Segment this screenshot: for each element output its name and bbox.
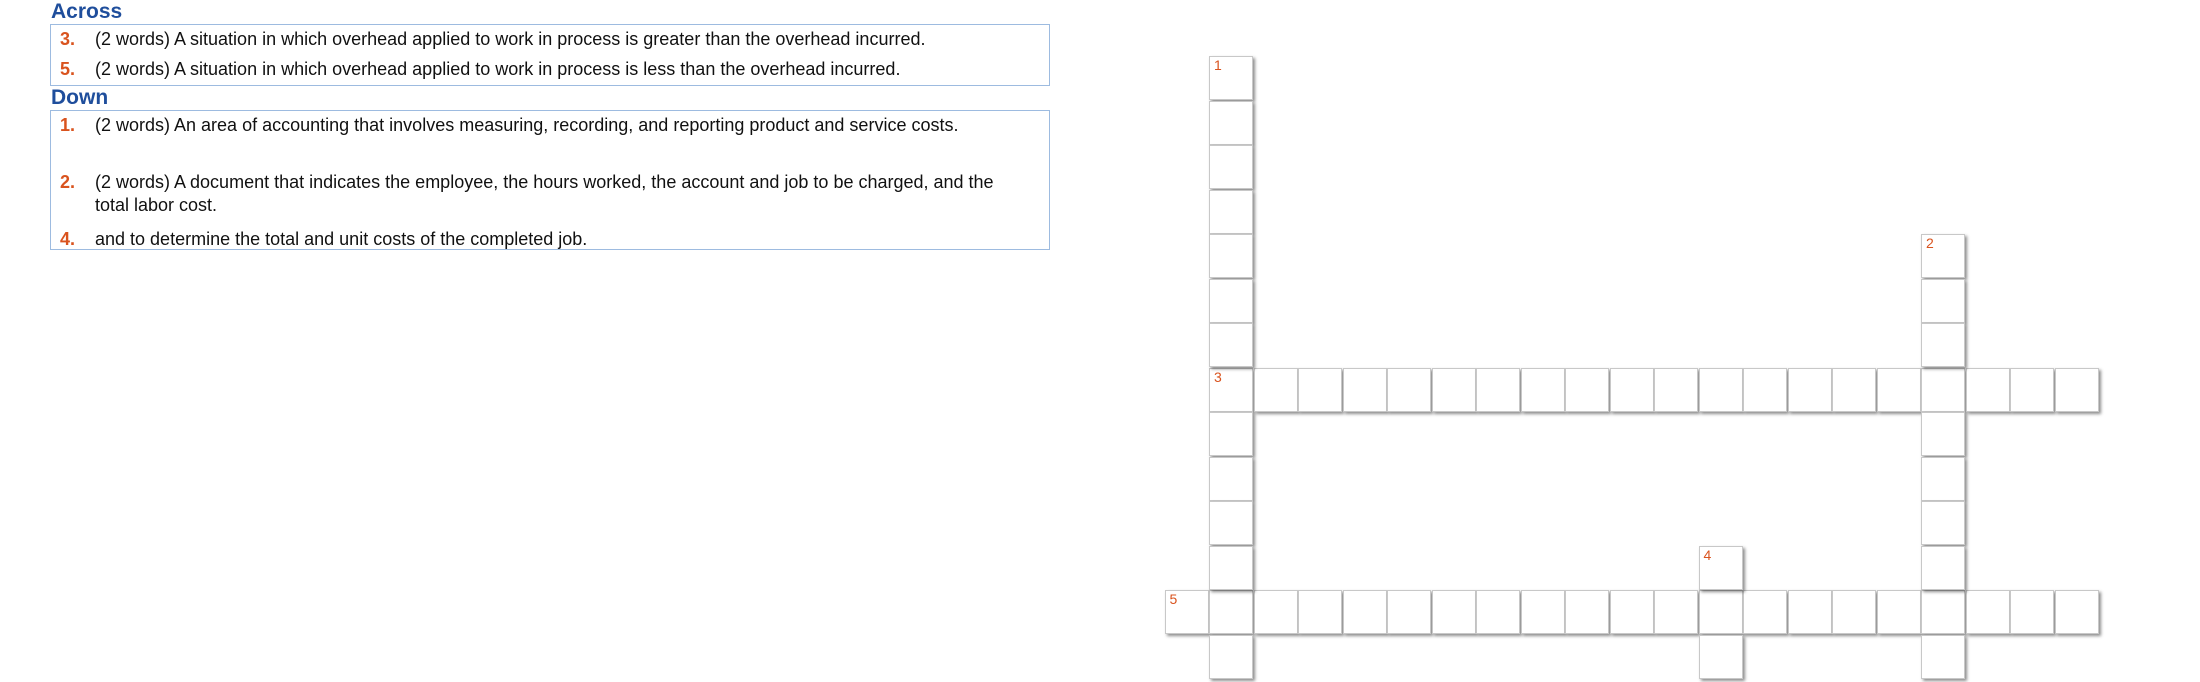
crossword-cell[interactable] [1743,367,1787,412]
crossword-cell[interactable] [1431,367,1476,412]
crossword-cell[interactable] [1476,367,1520,412]
crossword-cell[interactable] [1921,634,1965,679]
crossword-cell[interactable] [1342,590,1387,634]
crossword-cell[interactable] [1787,367,1832,412]
cell-number: 4 [1703,546,1712,563]
crossword-cell[interactable] [1431,590,1476,634]
crossword-cell[interactable] [1253,590,1298,634]
crossword-cell[interactable] [1476,590,1520,634]
crossword-cell[interactable] [1387,367,1431,412]
crossword-cell[interactable] [1342,367,1387,412]
crossword-cell[interactable] [1921,456,1965,501]
crossword-cell[interactable] [1209,145,1253,189]
cell-number: 5 [1169,591,1178,607]
crossword-cell[interactable]: 2 [1921,234,1965,278]
crossword-cell[interactable] [1743,590,1787,634]
crossword-cell[interactable] [1209,545,1253,590]
crossword-cell[interactable] [2054,590,2099,634]
crossword-cell[interactable] [1565,590,1609,634]
crossword-cell[interactable] [1520,590,1565,634]
crossword-cell[interactable]: 5 [1164,590,1209,634]
crossword-cell[interactable] [1253,367,1298,412]
crossword-cell[interactable] [1609,590,1654,634]
crossword-cell[interactable] [1832,590,1876,634]
crossword-cell[interactable] [1209,590,1253,634]
crossword-cell[interactable] [1921,545,1965,590]
crossword-cell[interactable] [1209,100,1253,145]
crossword-cell[interactable]: 4 [1698,545,1743,590]
crossword-cell[interactable] [1209,634,1253,679]
crossword-cell[interactable] [1921,590,1965,634]
crossword-cell[interactable] [1654,590,1698,634]
crossword-cell[interactable] [1209,501,1253,545]
crossword-cell[interactable] [1209,189,1253,234]
crossword-cell[interactable] [1209,278,1253,323]
crossword-cell[interactable]: 1 [1209,56,1253,100]
crossword-cell[interactable] [1698,634,1743,679]
crossword-cell[interactable] [1965,590,2010,634]
crossword-grid: 5 3 1 2 4 [0,0,2200,682]
crossword-cell[interactable] [2010,367,2054,412]
crossword-cell[interactable] [1387,590,1431,634]
crossword-cell[interactable] [1209,412,1253,456]
crossword-cell[interactable] [1965,367,2010,412]
crossword-cell[interactable] [1921,367,1965,412]
crossword-cell[interactable] [1698,590,1743,634]
crossword-cell[interactable] [1921,278,1965,323]
crossword-cell[interactable] [1921,323,1965,367]
crossword-cell[interactable] [1609,367,1654,412]
crossword-cell[interactable] [1654,367,1698,412]
crossword-cell[interactable] [2054,367,2099,412]
crossword-cell[interactable] [1876,590,1921,634]
crossword-cell[interactable]: 3 [1209,367,1253,412]
crossword-cell[interactable] [2010,590,2054,634]
cell-number: 3 [1214,368,1222,385]
crossword-cell[interactable] [1698,367,1743,412]
crossword-cell[interactable] [1520,367,1565,412]
crossword-cell[interactable] [1209,234,1253,278]
crossword-cell[interactable] [1209,456,1253,501]
crossword-cell[interactable] [1565,367,1609,412]
crossword-cell[interactable] [1832,367,1876,412]
crossword-cell[interactable] [1298,367,1342,412]
crossword-cell[interactable] [1876,367,1921,412]
crossword-cell[interactable] [1209,323,1253,367]
cell-number: 1 [1214,57,1222,73]
crossword-cell[interactable] [1787,590,1832,634]
crossword-cell[interactable] [1298,590,1342,634]
cell-number: 2 [1926,235,1934,251]
crossword-cell[interactable] [1921,412,1965,456]
crossword-cell[interactable] [1921,501,1965,545]
